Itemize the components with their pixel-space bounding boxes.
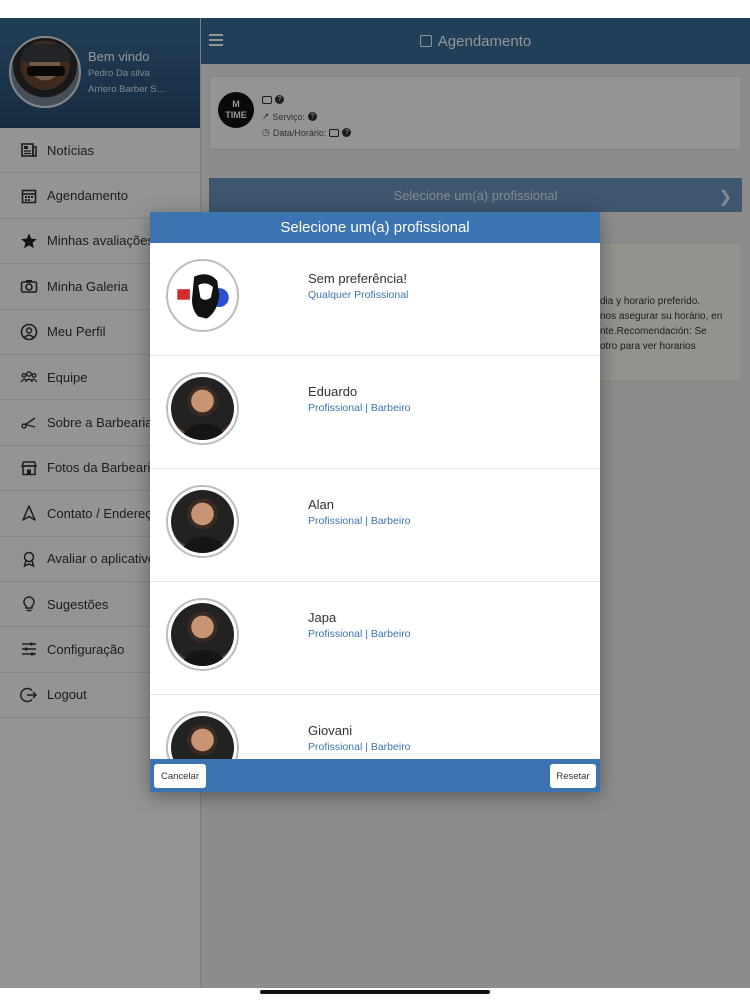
modal-title: Selecione um(a) profissional [280, 219, 470, 236]
professional-name: Eduardo [308, 384, 358, 399]
professional-role: Profissional | Barbeiro [308, 741, 411, 753]
modal-header: Selecione um(a) profissional [150, 212, 600, 243]
professional-avatar [166, 259, 239, 332]
select-professional-modal: Selecione um(a) profissional Sem preferê… [150, 212, 600, 792]
status-bar [0, 0, 750, 18]
professional-avatar [166, 598, 239, 671]
professional-name: Alan [308, 497, 335, 512]
professional-name: Japa [308, 610, 337, 625]
reset-button[interactable]: Resetar [550, 764, 596, 788]
professional-avatar [166, 711, 239, 759]
professional-item[interactable]: Giovani Profissional | Barbeiro [150, 695, 600, 759]
professional-list[interactable]: Sem preferência! Qualquer Profissional E… [150, 243, 600, 759]
professional-role: Qualquer Profissional [308, 289, 409, 301]
modal-footer: Cancelar Resetar [150, 759, 600, 792]
cancel-button[interactable]: Cancelar [154, 764, 206, 788]
home-indicator [260, 990, 490, 994]
professional-role: Profissional | Barbeiro [308, 402, 411, 414]
professional-avatar [166, 372, 239, 445]
professional-role: Profissional | Barbeiro [308, 515, 411, 527]
professional-item[interactable]: Eduardo Profissional | Barbeiro [150, 356, 600, 469]
professional-item[interactable]: Alan Profissional | Barbeiro [150, 469, 600, 582]
professional-item[interactable]: Sem preferência! Qualquer Profissional [150, 243, 600, 356]
professional-role: Profissional | Barbeiro [308, 628, 411, 640]
professional-item[interactable]: Japa Profissional | Barbeiro [150, 582, 600, 695]
professional-avatar [166, 485, 239, 558]
professional-name: Giovani [308, 723, 353, 738]
professional-name: Sem preferência! [308, 271, 407, 286]
